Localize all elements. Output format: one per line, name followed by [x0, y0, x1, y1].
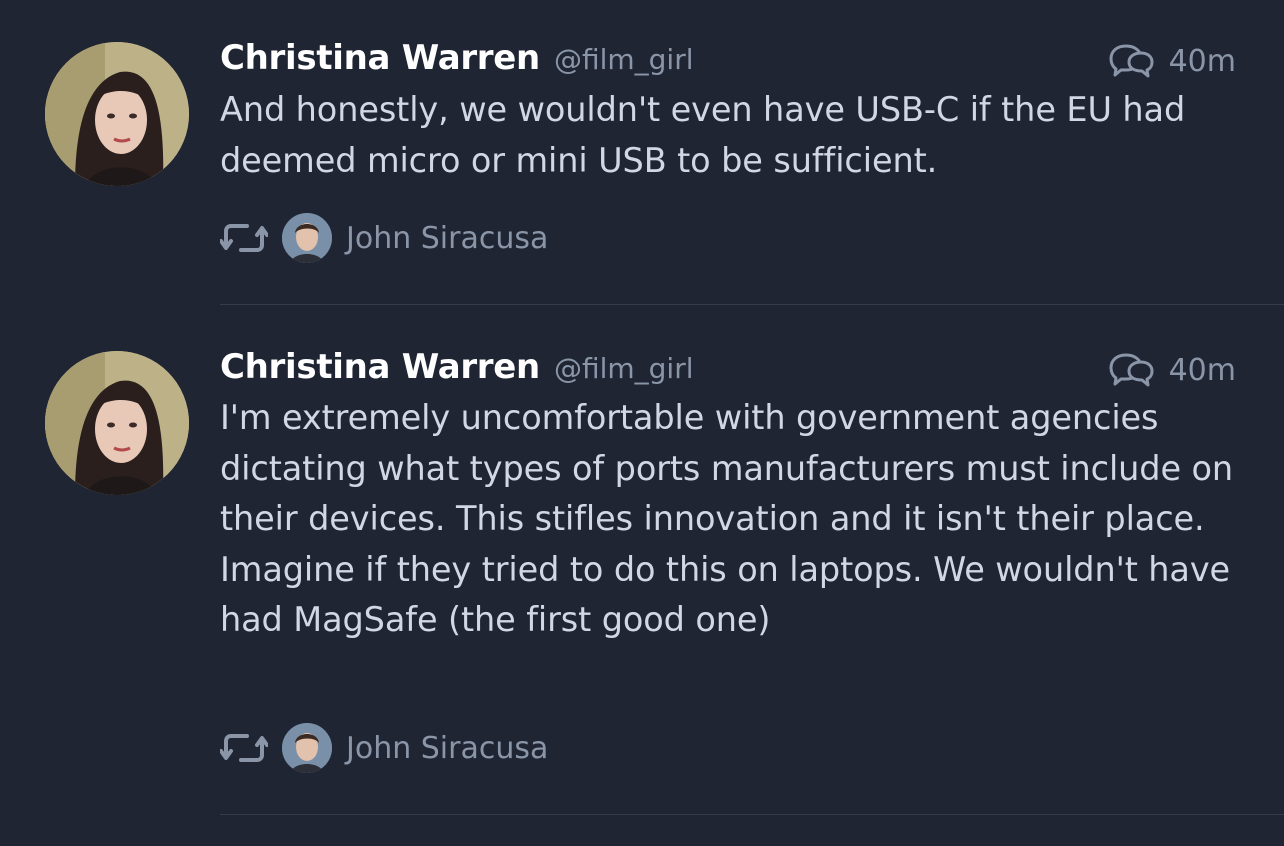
author-name[interactable]: Christina Warren [220, 347, 540, 387]
author-handle[interactable]: @film_girl [554, 43, 694, 76]
retweet-icon [220, 731, 268, 765]
retweet-attribution[interactable]: John Siracusa [220, 723, 548, 773]
tweet[interactable]: Christina Warren @film_girl 40m And hone… [0, 0, 1284, 305]
retweet-attribution[interactable]: John Siracusa [220, 213, 548, 263]
retweeter-name[interactable]: John Siracusa [346, 731, 548, 766]
conversation-icon [1109, 353, 1154, 387]
tweet-text: And honestly, we wouldn't even have USB-… [220, 90, 1186, 180]
tweet[interactable]: Christina Warren @film_girl 40m I'm extr… [0, 306, 1284, 815]
author-handle[interactable]: @film_girl [554, 352, 694, 385]
conversation-icon [1109, 44, 1154, 78]
author-avatar[interactable] [45, 42, 189, 186]
retweeter-name[interactable]: John Siracusa [346, 221, 548, 256]
retweeter-avatar[interactable] [282, 213, 332, 263]
divider [220, 304, 1284, 305]
tweet-header: Christina Warren @film_girl 40m [220, 347, 1236, 393]
retweet-icon [220, 221, 268, 255]
tweet-meta: 40m [1107, 43, 1236, 79]
divider [220, 814, 1284, 815]
tweet-time: 40m [1168, 352, 1236, 388]
tweet-header: Christina Warren @film_girl 40m [220, 38, 1236, 84]
tweet-text: I'm extremely uncomfortable with governm… [220, 398, 1234, 639]
tweet-meta: 40m [1107, 352, 1236, 388]
author-name[interactable]: Christina Warren [220, 38, 540, 78]
retweeter-avatar[interactable] [282, 723, 332, 773]
timeline: Christina Warren @film_girl 40m And hone… [0, 0, 1284, 846]
author-avatar[interactable] [45, 351, 189, 495]
tweet-time: 40m [1168, 43, 1236, 79]
